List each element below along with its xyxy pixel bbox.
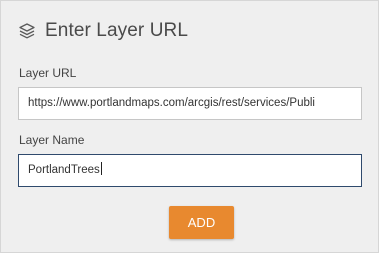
layer-url-input[interactable]: https://www.portlandmaps.com/arcgis/rest…: [18, 87, 362, 120]
add-button[interactable]: ADD: [169, 206, 234, 239]
panel-title: Enter Layer URL: [45, 20, 189, 41]
panel-header: Enter Layer URL: [18, 18, 188, 44]
layer-name-label: Layer Name: [19, 133, 85, 147]
layer-url-label: Layer URL: [19, 66, 77, 80]
text-caret: [100, 162, 102, 175]
layer-name-value: PortlandTrees: [28, 164, 100, 176]
enter-layer-url-panel: Enter Layer URL Layer URL https://www.po…: [0, 0, 379, 253]
layers-icon: [18, 22, 36, 40]
layer-url-value: https://www.portlandmaps.com/arcgis/rest…: [28, 97, 315, 109]
layer-name-input[interactable]: PortlandTrees: [18, 154, 362, 187]
